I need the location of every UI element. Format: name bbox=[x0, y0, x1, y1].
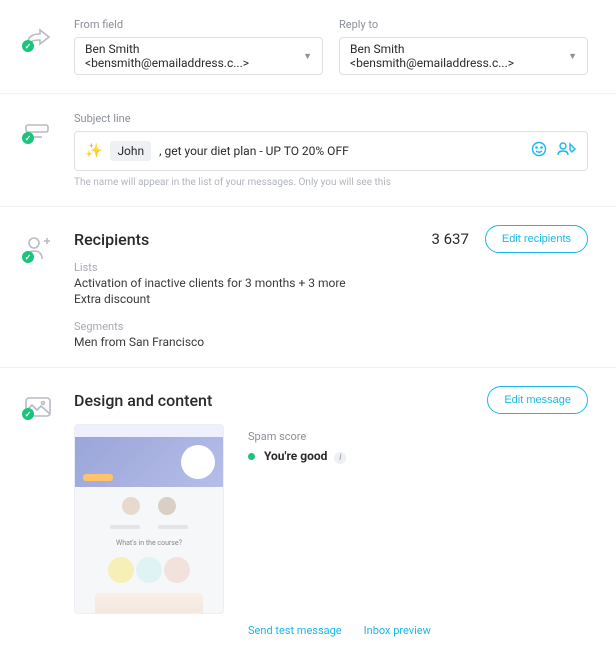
check-badge-icon: ✓ bbox=[22, 132, 34, 144]
edit-message-button[interactable]: Edit message bbox=[487, 386, 588, 414]
replyto-select[interactable]: Ben Smith <bensmith@emailaddress.c...> ▼ bbox=[339, 37, 588, 75]
status-dot-icon bbox=[248, 453, 255, 460]
list-item: Activation of inactive clients for 3 mon… bbox=[74, 276, 588, 290]
replyto-label: Reply to bbox=[339, 18, 588, 31]
segment-item: Men from San Francisco bbox=[74, 335, 588, 349]
spam-score-label: Spam score bbox=[248, 430, 346, 443]
subject-hint: The name will appear in the list of your… bbox=[74, 177, 588, 188]
inbox-preview-link[interactable]: Inbox preview bbox=[364, 624, 431, 637]
subject-label: Subject line bbox=[74, 112, 588, 125]
check-badge-icon: ✓ bbox=[22, 40, 34, 52]
recipients-count: 3 637 bbox=[431, 230, 468, 248]
segments-label: Segments bbox=[74, 320, 588, 333]
from-select[interactable]: Ben Smith <bensmith@emailaddress.c...> ▼ bbox=[74, 37, 323, 75]
check-badge-icon: ✓ bbox=[22, 408, 34, 420]
recipients-title: Recipients bbox=[74, 230, 149, 249]
email-preview-thumbnail[interactable]: What's in the course? bbox=[74, 424, 224, 614]
design-title: Design and content bbox=[74, 391, 212, 410]
subject-input[interactable]: ✨ John , get your diet plan - UP TO 20% … bbox=[74, 131, 588, 171]
personalize-icon[interactable] bbox=[557, 141, 577, 161]
emoji-icon[interactable] bbox=[531, 141, 547, 161]
replyto-value: Ben Smith <bensmith@emailaddress.c...> bbox=[350, 42, 568, 70]
check-badge-icon: ✓ bbox=[22, 251, 34, 263]
lists-label: Lists bbox=[74, 261, 588, 274]
edit-recipients-button[interactable]: Edit recipients bbox=[485, 225, 588, 253]
from-label: From field bbox=[74, 18, 323, 31]
send-test-link[interactable]: Send test message bbox=[248, 624, 342, 637]
chevron-down-icon: ▼ bbox=[568, 51, 577, 62]
info-icon[interactable]: i bbox=[334, 452, 346, 464]
subject-text: , get your diet plan - UP TO 20% OFF bbox=[159, 144, 523, 158]
merge-tag-chip[interactable]: John bbox=[110, 141, 151, 161]
from-value: Ben Smith <bensmith@emailaddress.c...> bbox=[85, 42, 303, 70]
spam-score-status: You're good i bbox=[248, 449, 346, 464]
sparkle-icon: ✨ bbox=[85, 143, 102, 159]
chevron-down-icon: ▼ bbox=[303, 51, 312, 62]
list-item: Extra discount bbox=[74, 292, 588, 306]
